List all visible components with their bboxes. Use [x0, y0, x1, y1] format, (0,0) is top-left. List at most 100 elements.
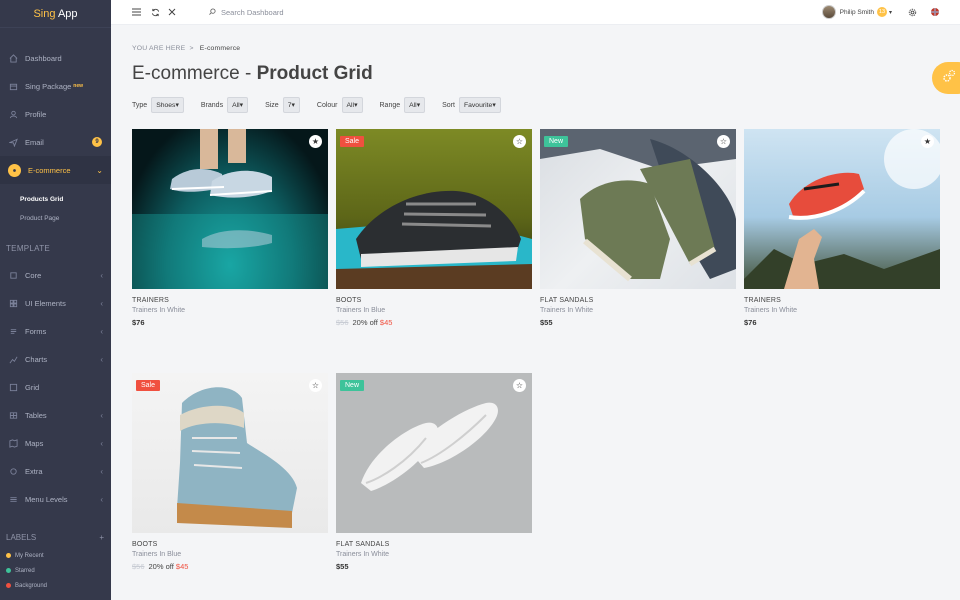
filter-bar: Type Shoes▾ Brands All▾ Size 7▾ Colour All▾ … — [132, 97, 518, 113]
product-card[interactable]: ★ TRAINERS Trainers In White $76 — [132, 129, 328, 327]
cart-icon — [8, 163, 21, 177]
sidebar-item-email[interactable]: Email 9 — [0, 128, 111, 156]
colour-select[interactable]: All▾ — [341, 97, 363, 113]
product-image[interactable]: Sale ☆ — [336, 129, 532, 289]
product-card[interactable]: New ☆ FLAT SANDALS Trainers In White $55 — [540, 129, 736, 327]
sidebar-item-dashboard[interactable]: Dashboard — [0, 44, 111, 72]
search-input[interactable]: Search Dashboard — [221, 8, 284, 17]
product-image[interactable]: New ☆ — [336, 373, 532, 533]
sidebar-subitem-product-page[interactable]: Product Page — [20, 209, 111, 228]
product-category: FLAT SANDALS — [540, 297, 594, 304]
package-icon — [8, 81, 18, 91]
product-price: $55 — [540, 318, 553, 327]
sidebar-item-label: Forms — [25, 326, 47, 336]
flag-icon[interactable] — [928, 5, 942, 19]
sidebar-item-profile[interactable]: Profile — [0, 100, 111, 128]
product-image[interactable]: Sale ☆ — [132, 373, 328, 533]
refresh-icon[interactable] — [148, 5, 162, 19]
product-name[interactable]: Trainers In White — [132, 307, 328, 314]
sidebar-item-tables[interactable]: Tables ‹ — [0, 401, 111, 429]
sidebar-item-core[interactable]: Core ‹ — [0, 261, 111, 289]
sidebar-item-label: Extra — [25, 466, 43, 476]
type-select[interactable]: Shoes▾ — [151, 97, 184, 113]
label-dot — [6, 553, 11, 558]
sidebar-item-menu-levels[interactable]: Menu Levels ‹ — [0, 485, 111, 513]
range-select[interactable]: All▾ — [404, 97, 426, 113]
sidebar-item-sing-package[interactable]: Sing Package new — [0, 72, 111, 100]
labels-header: LABELS + — [0, 533, 111, 542]
ecommerce-submenu: Products Grid Product Page — [0, 184, 111, 232]
sidebar-item-forms[interactable]: Forms ‹ — [0, 317, 111, 345]
product-card[interactable]: Sale ☆ BOOTS Trainers In Blue $56 20% off… — [132, 373, 328, 571]
old-price: $56 — [132, 562, 145, 571]
sidebar-subitem-products-grid[interactable]: Products Grid — [20, 190, 111, 209]
label-item[interactable]: Starred — [0, 563, 111, 578]
sidebar-item-label: Charts — [25, 354, 48, 364]
select-value: Shoes — [156, 102, 176, 109]
select-value: All — [346, 102, 355, 109]
favorite-star-icon[interactable]: ☆ — [513, 135, 526, 148]
product-name[interactable]: Trainers In Blue — [132, 551, 328, 558]
select-value: 7 — [287, 102, 292, 109]
template-nav: Core ‹ UI Elements ‹ Forms ‹ Charts ‹ Grid T… — [0, 261, 111, 513]
breadcrumb-prefix: YOU ARE HERE — [132, 45, 186, 52]
breadcrumb-current[interactable]: E-commerce — [200, 45, 241, 52]
sidebar-item-maps[interactable]: Maps ‹ — [0, 429, 111, 457]
product-image[interactable]: ★ — [132, 129, 328, 289]
favorite-star-icon[interactable]: ★ — [921, 135, 934, 148]
app-logo[interactable]: Sing App — [0, 0, 111, 28]
logo-part1: Sing — [33, 8, 56, 20]
product-card[interactable]: ★ TRAINERS Trainers In White $76 — [744, 129, 940, 327]
label-text: Background — [15, 582, 48, 589]
filter-label: Brands — [200, 101, 224, 109]
old-price: $56 — [336, 318, 349, 327]
label-item[interactable]: My Recent — [0, 548, 111, 563]
user-menu[interactable]: Philip Smith 13 ▾ — [821, 5, 892, 19]
sidebar-item-grid[interactable]: Grid — [0, 373, 111, 401]
hamburger-icon[interactable] — [129, 5, 143, 19]
favorite-star-icon[interactable]: ☆ — [717, 135, 730, 148]
favorite-star-icon[interactable]: ★ — [309, 135, 322, 148]
select-value: All — [232, 102, 240, 109]
product-image[interactable]: ★ — [744, 129, 940, 289]
favorite-star-icon[interactable]: ☆ — [513, 379, 526, 392]
label-text: Starred — [15, 567, 35, 574]
label-text: My Recent — [15, 552, 44, 559]
label-item[interactable]: Background — [0, 578, 111, 593]
theme-settings-button[interactable] — [932, 62, 960, 94]
sidebar-item-label: Maps — [25, 438, 44, 448]
map-icon — [8, 438, 18, 448]
sidebar-item-ui-elements[interactable]: UI Elements ‹ — [0, 289, 111, 317]
brands-select[interactable]: All▾ — [227, 97, 249, 113]
size-select[interactable]: 7▾ — [282, 97, 300, 113]
product-card[interactable]: New ☆ FLAT SANDALS Trainers In White $55 — [336, 373, 532, 571]
search-box[interactable]: Search Dashboard — [209, 8, 284, 17]
product-name[interactable]: Trainers In Blue — [336, 307, 532, 314]
sort-select[interactable]: Favourite▾ — [458, 97, 501, 113]
chevron-down-icon: ⌄ — [96, 165, 103, 175]
notification-count-badge: 13 — [876, 7, 887, 17]
close-icon[interactable] — [165, 5, 179, 19]
favorite-star-icon[interactable]: ☆ — [309, 379, 322, 392]
product-image[interactable]: New ☆ — [540, 129, 736, 289]
sidebar-item-label: Dashboard — [25, 53, 62, 63]
sale-tag: Sale — [136, 380, 161, 391]
main-nav: Dashboard Sing Package new Profile Email 9… — [0, 44, 111, 184]
select-value: All — [409, 102, 417, 109]
product-category: BOOTS — [132, 541, 158, 548]
email-count-badge: 9 — [92, 137, 102, 147]
sidebar-item-charts[interactable]: Charts ‹ — [0, 345, 111, 373]
product-name[interactable]: Trainers In White — [336, 551, 532, 558]
main-content: YOU ARE HERE > E-commerce E-commerce - P… — [111, 25, 960, 600]
gear-icon[interactable] — [905, 5, 919, 19]
sidebar-item-extra[interactable]: Extra ‹ — [0, 457, 111, 485]
add-label-icon[interactable]: + — [99, 533, 104, 542]
product-name[interactable]: Trainers In White — [540, 307, 736, 314]
product-name[interactable]: Trainers In White — [744, 307, 940, 314]
filter-colour: Colour All▾ — [317, 97, 363, 113]
sidebar-item-ecommerce[interactable]: E-commerce ⌄ — [0, 156, 111, 184]
filter-sort: Sort Favourite▾ — [442, 97, 501, 113]
menu-icon — [8, 494, 18, 504]
label-dot — [6, 583, 11, 588]
product-card[interactable]: Sale ☆ BOOTS Trainers In Blue $56 20% off… — [336, 129, 532, 327]
